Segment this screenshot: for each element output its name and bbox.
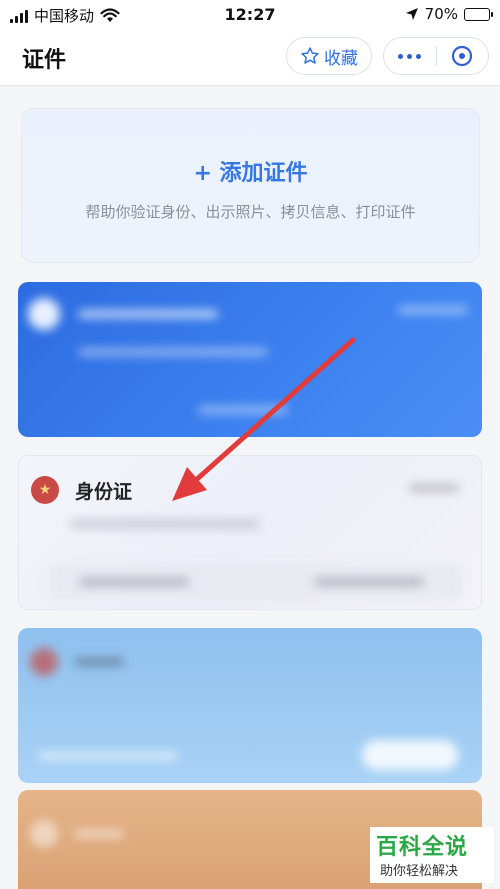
favorite-label: 收藏 — [324, 48, 358, 69]
id-card[interactable]: 身份证 — [18, 455, 482, 610]
battery-icon — [464, 7, 493, 21]
close-circle-icon[interactable] — [436, 44, 488, 68]
add-certificate-subtitle: 帮助你验证身份、出示照片、拷贝信息、打印证件 — [85, 203, 416, 221]
add-certificate-card[interactable]: + 添加证件 帮助你验证身份、出示照片、拷贝信息、打印证件 — [21, 108, 480, 263]
watermark-title: 百科全说 — [376, 835, 469, 860]
status-bar: 中国移动 12:27 70% — [0, 0, 500, 30]
blurred-content — [18, 628, 482, 783]
watermark-logo: 百科全说 助你轻松解决 — [370, 827, 494, 883]
favorite-button[interactable]: 收藏 — [286, 37, 372, 75]
status-right: 70% — [405, 5, 493, 23]
certificate-card-blurred-blue[interactable] — [18, 282, 482, 437]
more-menu-icon[interactable] — [384, 53, 436, 59]
blurred-content — [19, 456, 481, 609]
page-title: 证件 — [22, 48, 67, 73]
nav-bar: 证件 收藏 — [0, 30, 500, 86]
battery-percent: 70% — [424, 5, 458, 23]
watermark-subtitle: 助你轻松解决 — [380, 864, 459, 879]
certificate-card-blurred-sky[interactable] — [18, 628, 482, 783]
location-arrow-icon — [405, 8, 418, 20]
star-icon — [301, 47, 319, 64]
mini-program-capsule — [383, 37, 489, 75]
blurred-content — [18, 282, 482, 437]
add-certificate-title: + 添加证件 — [193, 161, 308, 186]
